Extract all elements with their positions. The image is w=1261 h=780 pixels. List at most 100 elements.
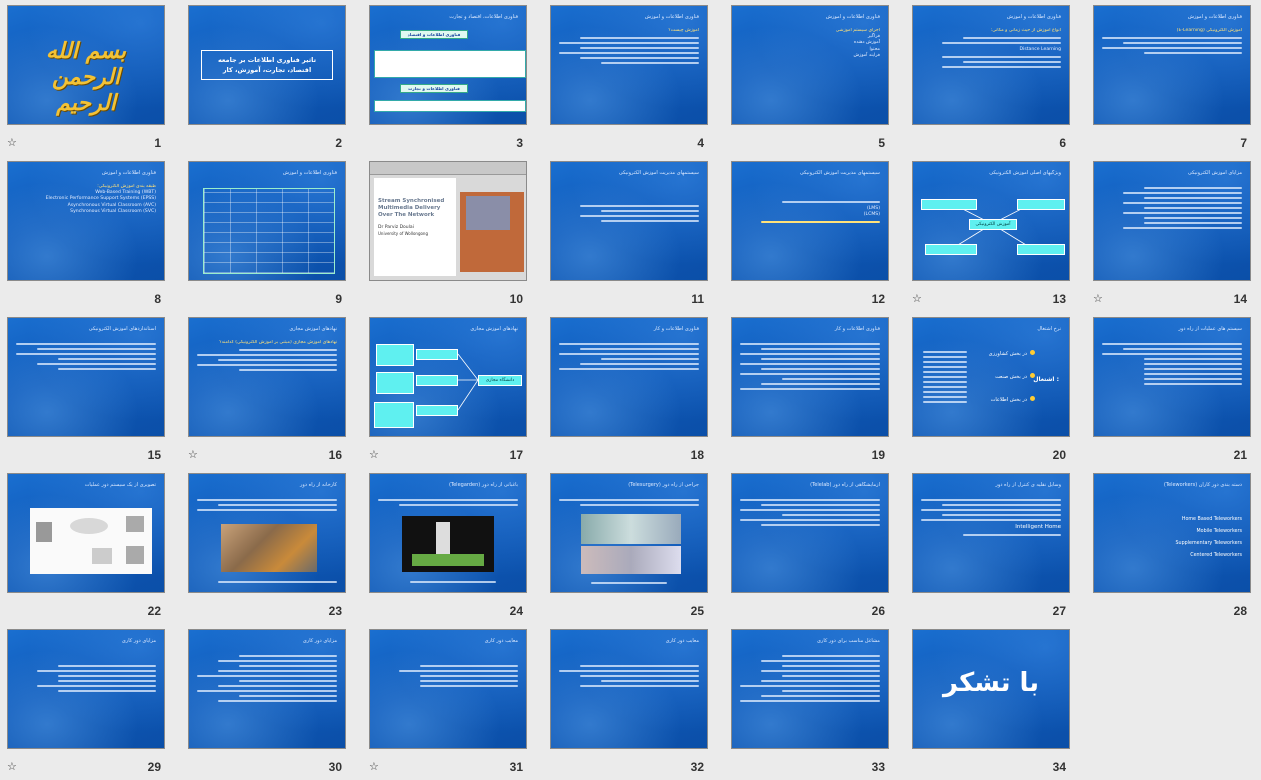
slide-body bbox=[1102, 184, 1242, 272]
slide-15[interactable]: استانداردهای آموزش الکترونیکی bbox=[7, 317, 165, 437]
slide-19[interactable]: فناوری اطلاعات و کار bbox=[731, 317, 889, 437]
star-icon[interactable]: ☆ bbox=[188, 448, 198, 461]
slide-24-thumbnail[interactable]: باغبانی از راه دور (Telegarden) 24 bbox=[369, 473, 529, 618]
slide-18[interactable]: فناوری اطلاعات و کار bbox=[550, 317, 708, 437]
slide-header: سیستمهای مدیریت آموزش الکترونیکی bbox=[618, 170, 699, 176]
slide-3[interactable]: فناوری اطلاعات، اقتصاد و تجارت فناوری اط… bbox=[369, 5, 527, 125]
slide-5-thumbnail[interactable]: فناوری اطلاعات و آموزش اجزای سیستم آموزش… bbox=[731, 5, 891, 150]
slide-13-thumbnail[interactable]: ویژگیهای اصلی آموزش الکترونیکی آموزش الک… bbox=[912, 161, 1072, 306]
slide-32-thumbnail[interactable]: معایب دور کاری 32 bbox=[550, 629, 710, 774]
slide-15-thumbnail[interactable]: استانداردهای آموزش الکترونیکی 15 bbox=[7, 317, 167, 462]
slide-29-thumbnail[interactable]: مزایای دور کاری ☆ 29 bbox=[7, 629, 167, 774]
slide-1-thumbnail[interactable]: بسم الله الرحمن الرحیم ☆ 1 bbox=[7, 5, 167, 150]
slide-27[interactable]: وسایل نقلیه ی کنترل از راه دور Intellige… bbox=[912, 473, 1070, 593]
slide-7[interactable]: فناوری اطلاعات و آموزش آموزش الکترونیکی … bbox=[1093, 5, 1251, 125]
slide-26-thumbnail[interactable]: آزمایشگاهی از راه دور (Telelab) 26 bbox=[731, 473, 891, 618]
slide-header: فناوری اطلاعات و آموزش bbox=[1187, 14, 1242, 20]
slide-33[interactable]: مشاغل مناسب برای دور کاری bbox=[731, 629, 889, 749]
star-icon[interactable]: ☆ bbox=[369, 760, 379, 773]
slide-22-thumbnail[interactable]: تصویری از یک سیستم دور عملیات 22 bbox=[7, 473, 167, 618]
slide-number: 29 bbox=[147, 760, 161, 774]
slide-18-thumbnail[interactable]: فناوری اطلاعات و کار 18 bbox=[550, 317, 710, 462]
star-icon[interactable]: ☆ bbox=[912, 292, 922, 305]
slide-1[interactable]: بسم الله الرحمن الرحیم bbox=[7, 5, 165, 125]
slide-number: 3 bbox=[516, 136, 523, 150]
slide-number: 11 bbox=[691, 292, 704, 306]
browser-toolbar bbox=[370, 162, 526, 175]
slide-33-thumbnail[interactable]: مشاغل مناسب برای دور کاری 33 bbox=[731, 629, 891, 774]
slide-2[interactable]: تاثیر فناوری اطلاعات بر جامعه اقتصاد، تج… bbox=[188, 5, 346, 125]
slide-number: 32 bbox=[690, 760, 704, 774]
slide-21-thumbnail[interactable]: سیستم های عملیات از راه دور 21 bbox=[1093, 317, 1253, 462]
slide-title: Stream Synchronised Multimedia Delivery … bbox=[378, 198, 445, 218]
slide-16[interactable]: نهادهای آموزش مجازی نهادهای آموزش مجازی … bbox=[188, 317, 346, 437]
list-item: Distance Learning bbox=[1019, 47, 1062, 53]
slide-27-thumbnail[interactable]: وسایل نقلیه ی کنترل از راه دور Intellige… bbox=[912, 473, 1072, 618]
slide-8[interactable]: فناوری اطلاعات و آموزش طبقه بندی آموزش ا… bbox=[7, 161, 165, 281]
slide-9[interactable]: فناوری اطلاعات و آموزش bbox=[188, 161, 346, 281]
slide-24[interactable]: باغبانی از راه دور (Telegarden) bbox=[369, 473, 527, 593]
slide-31-thumbnail[interactable]: معایب دور کاری ☆ 31 bbox=[369, 629, 529, 774]
slide-13[interactable]: ویژگیهای اصلی آموزش الکترونیکی آموزش الک… bbox=[912, 161, 1070, 281]
slide-6-thumbnail[interactable]: فناوری اطلاعات و آموزش انواع آموزش از حی… bbox=[912, 5, 1072, 150]
slide-11[interactable]: سیستمهای مدیریت آموزش الکترونیکی bbox=[550, 161, 708, 281]
slide-23[interactable]: کارخانه از راه دور bbox=[188, 473, 346, 593]
slide-10-thumbnail[interactable]: Stream Synchronised Multimedia Delivery … bbox=[369, 161, 529, 306]
garden-bed bbox=[412, 554, 484, 566]
slide-12[interactable]: سیستمهای مدیریت آموزش الکترونیکی (LMS) (… bbox=[731, 161, 889, 281]
slide-25[interactable]: جراحی از راه دور (Telesurgery) bbox=[550, 473, 708, 593]
slide-28[interactable]: دسته بندی دور کاران (Teleworkers) Home B… bbox=[1093, 473, 1251, 593]
slide-body bbox=[559, 340, 699, 428]
slide-header: فناوری اطلاعات و آموزش bbox=[1006, 14, 1061, 20]
slide-23-thumbnail[interactable]: کارخانه از راه دور 23 bbox=[188, 473, 348, 618]
slide-32[interactable]: معایب دور کاری bbox=[550, 629, 708, 749]
slide-6[interactable]: فناوری اطلاعات و آموزش انواع آموزش از حی… bbox=[912, 5, 1070, 125]
slide-17-thumbnail[interactable]: نهادهای آموزش مجازی دانشگاه مجازی ☆ 17 bbox=[369, 317, 529, 462]
mindmap-center: آموزش الکترونیکی bbox=[969, 219, 1017, 230]
slide-20-thumbnail[interactable]: نرخ اشتغال اشتغال : در بخش کشاورزی در بخ… bbox=[912, 317, 1072, 462]
slide-header: آزمایشگاهی از راه دور (Telelab) bbox=[810, 482, 880, 488]
caption bbox=[197, 578, 337, 586]
slide-8-thumbnail[interactable]: فناوری اطلاعات و آموزش طبقه بندی آموزش ا… bbox=[7, 161, 167, 306]
slide-34[interactable]: با تشکر bbox=[912, 629, 1070, 749]
slide-header: فناوری اطلاعات و آموزش bbox=[282, 170, 337, 176]
slide-17[interactable]: نهادهای آموزش مجازی دانشگاه مجازی bbox=[369, 317, 527, 437]
slide-31[interactable]: معایب دور کاری bbox=[369, 629, 527, 749]
diagram-node bbox=[416, 405, 458, 416]
network-diagram-image bbox=[30, 508, 152, 574]
slide-10[interactable]: Stream Synchronised Multimedia Delivery … bbox=[369, 161, 527, 281]
slide-3-thumbnail[interactable]: فناوری اطلاعات، اقتصاد و تجارت فناوری اط… bbox=[369, 5, 529, 150]
diagram-box: فناوری اطلاعات و تجارت bbox=[400, 84, 468, 93]
star-icon[interactable]: ☆ bbox=[7, 760, 17, 773]
slide-9-thumbnail[interactable]: فناوری اطلاعات و آموزش 9 bbox=[188, 161, 348, 306]
slide-5[interactable]: فناوری اطلاعات و آموزش اجزای سیستم آموزش… bbox=[731, 5, 889, 125]
slide-34-thumbnail[interactable]: با تشکر 34 bbox=[912, 629, 1072, 774]
slide-number: 33 bbox=[871, 760, 885, 774]
slide-number: 26 bbox=[871, 604, 885, 618]
slide-header: فناوری اطلاعات و کار bbox=[834, 326, 880, 332]
slide-20[interactable]: نرخ اشتغال اشتغال : در بخش کشاورزی در بخ… bbox=[912, 317, 1070, 437]
slide-25-thumbnail[interactable]: جراحی از راه دور (Telesurgery) 25 bbox=[550, 473, 710, 618]
slide-4[interactable]: فناوری اطلاعات و آموزش آموزش چیست؟ bbox=[550, 5, 708, 125]
slide-21[interactable]: سیستم های عملیات از راه دور bbox=[1093, 317, 1251, 437]
slide-12-thumbnail[interactable]: سیستمهای مدیریت آموزش الکترونیکی (LMS) (… bbox=[731, 161, 891, 306]
slide-14[interactable]: مزایای آموزش الکترونیکی bbox=[1093, 161, 1251, 281]
slide-16-thumbnail[interactable]: نهادهای آموزش مجازی نهادهای آموزش مجازی … bbox=[188, 317, 348, 462]
slide-30[interactable]: مزایای دور کاری bbox=[188, 629, 346, 749]
slide-19-thumbnail[interactable]: فناوری اطلاعات و کار 19 bbox=[731, 317, 891, 462]
slide-body: آموزش الکترونیکی (E-Learning) bbox=[1102, 28, 1242, 116]
slide-29[interactable]: مزایای دور کاری bbox=[7, 629, 165, 749]
star-icon[interactable]: ☆ bbox=[369, 448, 379, 461]
slide-28-thumbnail[interactable]: دسته بندی دور کاران (Teleworkers) Home B… bbox=[1093, 473, 1253, 618]
slide-26[interactable]: آزمایشگاهی از راه دور (Telelab) bbox=[731, 473, 889, 593]
slide-4-thumbnail[interactable]: فناوری اطلاعات و آموزش آموزش چیست؟ 4 bbox=[550, 5, 710, 150]
slide-22[interactable]: تصویری از یک سیستم دور عملیات bbox=[7, 473, 165, 593]
slide-11-thumbnail[interactable]: سیستمهای مدیریت آموزش الکترونیکی 11 bbox=[550, 161, 710, 306]
star-icon[interactable]: ☆ bbox=[7, 136, 17, 149]
slide-7-thumbnail[interactable]: فناوری اطلاعات و آموزش آموزش الکترونیکی … bbox=[1093, 5, 1253, 150]
slide-header: فناوری اطلاعات، اقتصاد و تجارت bbox=[449, 14, 518, 20]
slide-2-thumbnail[interactable]: تاثیر فناوری اطلاعات بر جامعه اقتصاد، تج… bbox=[188, 5, 348, 150]
star-icon[interactable]: ☆ bbox=[1093, 292, 1103, 305]
slide-30-thumbnail[interactable]: مزایای دور کاری 30 bbox=[188, 629, 348, 774]
slide-14-thumbnail[interactable]: مزایای آموزش الکترونیکی ☆ 14 bbox=[1093, 161, 1253, 306]
